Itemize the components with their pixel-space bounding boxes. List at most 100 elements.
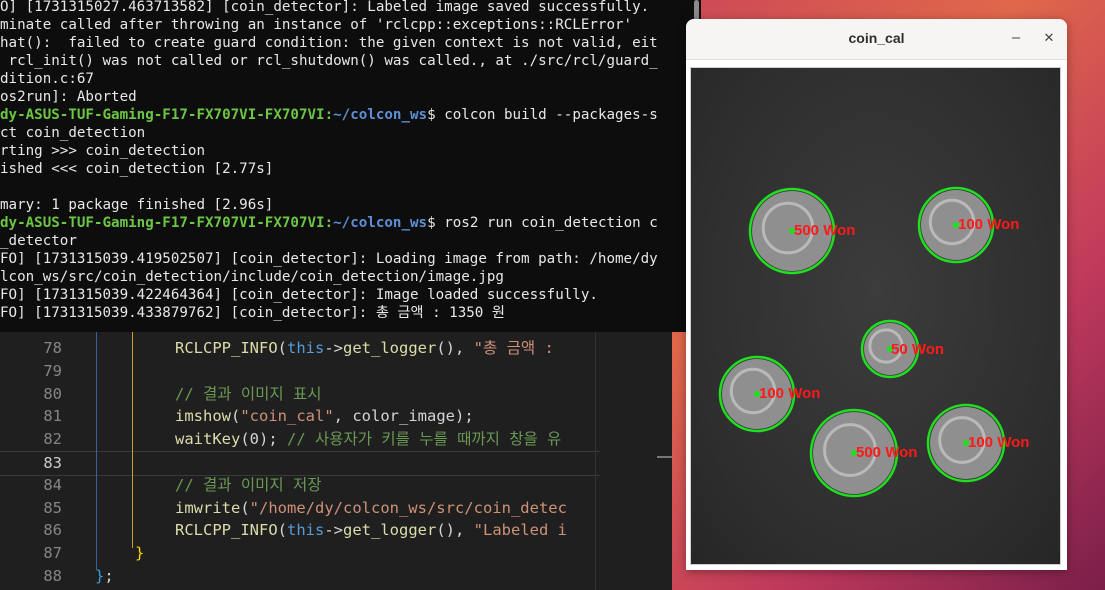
terminal-line: ished <<< coin_detection [2.77s] (0, 161, 274, 177)
code-line: 79 (0, 360, 600, 383)
code-token: get_logger (343, 521, 437, 540)
code-token: "coin_cal" (240, 407, 334, 426)
minimize-button[interactable]: – (1001, 19, 1031, 57)
code-line: 88}; (0, 565, 600, 588)
line-number: 83 (43, 454, 62, 472)
code-token: "/home/dy/colcon_ws/src/coin_detec (249, 498, 567, 517)
terminal-window[interactable]: O] [1731315027.463713582] [coin_detector… (0, 0, 701, 332)
terminal-line: os2run]: Aborted (0, 89, 137, 105)
code-token: // 결과 이미지 표시 (175, 384, 322, 403)
code-token: imwrite (175, 498, 241, 517)
code-token: 0 (249, 430, 260, 449)
terminal-line: FO] [1731315039.433879762] [coin_detecto… (0, 305, 505, 321)
prompt-separator: : (324, 107, 334, 123)
line-number: 82 (43, 430, 62, 449)
code-token: RCLCPP_INFO (175, 339, 278, 357)
terminal-line: rting >>> coin_detection (0, 143, 205, 159)
coin-label: 500 Won (794, 222, 855, 239)
code-line: 80 // 결과 이미지 표시 (0, 383, 600, 406)
code-token: // 결과 이미지 저장 (175, 475, 322, 494)
terminal-line: _detector (0, 233, 77, 249)
code-token: () (436, 521, 455, 540)
code-token: this (287, 339, 325, 357)
prompt-path: ~/colcon_ws (333, 215, 428, 231)
code-token: imshow (175, 407, 231, 426)
indent-guide (132, 330, 133, 548)
code-line: 83 (0, 451, 600, 476)
code-token: ( (240, 498, 250, 517)
terminal-line: mary: 1 package finished [2.96s] (0, 197, 274, 213)
code-line: 78 RCLCPP_INFO(this->get_logger(), "총 금액 … (0, 337, 600, 360)
coin-label: 50 Won (891, 341, 944, 358)
terminal-line: ct coin_detection (0, 125, 146, 141)
code-token: ( (231, 407, 241, 426)
close-button[interactable]: ✕ (1034, 19, 1064, 57)
line-number: 80 (43, 384, 62, 403)
code-token: -> (324, 339, 343, 357)
coin-label: 100 Won (968, 434, 1029, 451)
editor-scroll-marker (657, 456, 672, 458)
terminal-line: O] [1731315027.463713582] [coin_detector… (0, 0, 650, 15)
prompt-host: dy-ASUS-TUF-Gaming-F17-FX707VI-FX707VI (0, 107, 325, 123)
code-token: ( (277, 339, 287, 357)
code-text: waitKey(0); // 사용자가 키를 누를 때까지 창을 유 (175, 428, 561, 451)
terminal-line: lcon_ws/src/coin_detection/include/coin_… (0, 269, 504, 285)
code-token: color_image (352, 407, 455, 426)
code-token: RCLCPP_INFO (175, 521, 278, 540)
code-text: // 결과 이미지 저장 (175, 474, 321, 497)
line-number: 81 (43, 407, 62, 426)
prompt-command: $ colcon build --packages-s (427, 107, 658, 123)
line-number: 88 (43, 567, 62, 585)
code-editor[interactable]: 78 RCLCPP_INFO(this->get_logger(), "총 금액 … (0, 330, 672, 590)
code-token: -> (324, 521, 343, 540)
window-titlebar[interactable]: coin_cal – ✕ (686, 19, 1067, 60)
terminal-line: hat(): failed to create guard condition:… (0, 35, 658, 51)
code-token: "총 금액 : (473, 339, 564, 357)
code-text: // 결과 이미지 표시 (175, 383, 321, 406)
coin-detection-overlay: 500 Won 100 Won 50 Won 100 Won 500 Won 100 Wo… (718, 186, 1029, 498)
line-number: 78 (43, 339, 62, 357)
line-number: 86 (43, 521, 62, 540)
terminal-line: dy-ASUS-TUF-Gaming-F17-FX707VI-FX707VI:~… (0, 214, 658, 232)
code-token: () (436, 339, 455, 357)
code-text: imshow("coin_cal", color_image); (175, 405, 474, 428)
code-token: waitKey (175, 430, 241, 449)
code-token: // 사용자가 키를 누를 때까지 창을 유 (287, 430, 562, 449)
line-number: 85 (43, 498, 62, 517)
terminal-line: dition.c:67 (0, 71, 94, 87)
prompt-path: ~/colcon_ws (333, 107, 428, 123)
code-text: imwrite("/home/dy/colcon_ws/src/coin_det… (175, 497, 567, 520)
coin-label: 100 Won (759, 385, 820, 402)
code-token: , (333, 407, 353, 426)
terminal-line: dy-ASUS-TUF-Gaming-F17-FX707VI-FX707VI:~… (0, 106, 658, 124)
prompt-host: dy-ASUS-TUF-Gaming-F17-FX707VI-FX707VI (0, 215, 325, 231)
line-number: 79 (43, 361, 62, 380)
code-text: }; (95, 565, 114, 588)
code-line: 82 waitKey(0); // 사용자가 키를 누를 때까지 창을 유 (0, 428, 600, 451)
line-number: 87 (43, 544, 62, 563)
line-number: 84 (43, 475, 62, 494)
code-token: , (455, 521, 474, 540)
coin-label: 500 Won (856, 444, 917, 461)
coin-label: 100 Won (958, 216, 1019, 233)
prompt-command: $ ros2 run coin_detection c (427, 215, 658, 231)
code-text: } (135, 542, 144, 565)
indent-guide (96, 330, 97, 570)
code-line: 84 // 결과 이미지 저장 (0, 474, 600, 497)
code-token: ); (259, 430, 288, 449)
code-token: ; (104, 567, 114, 585)
terminal-line: FO] [1731315039.422464364] [coin_detecto… (0, 287, 598, 303)
coin-cal-window[interactable]: coin_cal – ✕ 500 Won 100 Won 50 Won 100 Won… (686, 19, 1067, 570)
prompt-separator: : (324, 215, 334, 231)
code-token: ); (455, 407, 474, 426)
code-line: 86 RCLCPP_INFO(this->get_logger(), "Label… (0, 519, 600, 542)
code-text: RCLCPP_INFO(this->get_logger(), "Labeled… (175, 519, 567, 542)
code-text: RCLCPP_INFO(this->get_logger(), "총 금액 : (175, 337, 563, 360)
code-token: } (135, 544, 145, 563)
terminal-line: minate called after throwing an instance… (0, 17, 633, 33)
code-line: 85 imwrite("/home/dy/colcon_ws/src/coin_d… (0, 497, 600, 520)
coin-image: 500 Won 100 Won 50 Won 100 Won 500 Won 100 Wo… (690, 67, 1061, 565)
code-token: ( (277, 521, 287, 540)
code-line: 81 imshow("coin_cal", color_image); (0, 405, 600, 428)
terminal-line: rcl_init() was not called or rcl_shutdow… (0, 53, 658, 69)
